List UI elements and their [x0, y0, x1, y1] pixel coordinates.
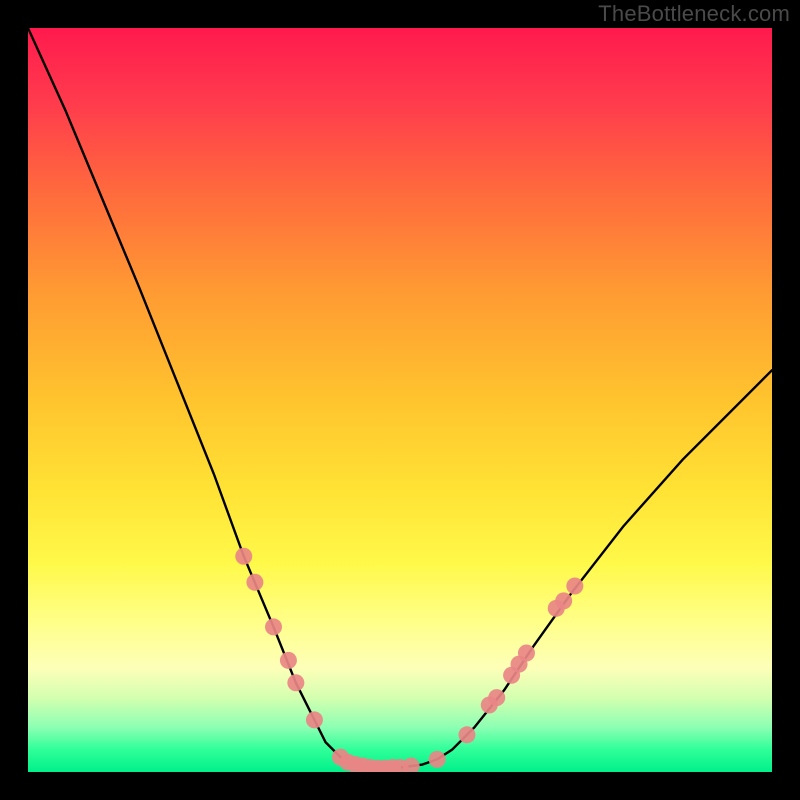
chart-plot-area — [28, 28, 772, 772]
data-marker — [403, 758, 420, 772]
data-marker — [306, 711, 323, 728]
chart-svg — [28, 28, 772, 772]
data-marker — [555, 592, 572, 609]
data-marker — [488, 689, 505, 706]
data-marker — [246, 574, 263, 591]
curve-series — [28, 28, 772, 768]
data-marker — [458, 726, 475, 743]
data-marker — [429, 751, 446, 768]
marker-series — [235, 548, 583, 772]
data-marker — [265, 618, 282, 635]
data-marker — [518, 644, 535, 661]
watermark-text: TheBottleneck.com — [598, 1, 790, 27]
data-marker — [566, 578, 583, 595]
data-marker — [280, 652, 297, 669]
data-marker — [235, 548, 252, 565]
chart-frame: TheBottleneck.com — [0, 0, 800, 800]
bottleneck-curve — [28, 28, 772, 768]
data-marker — [287, 674, 304, 691]
